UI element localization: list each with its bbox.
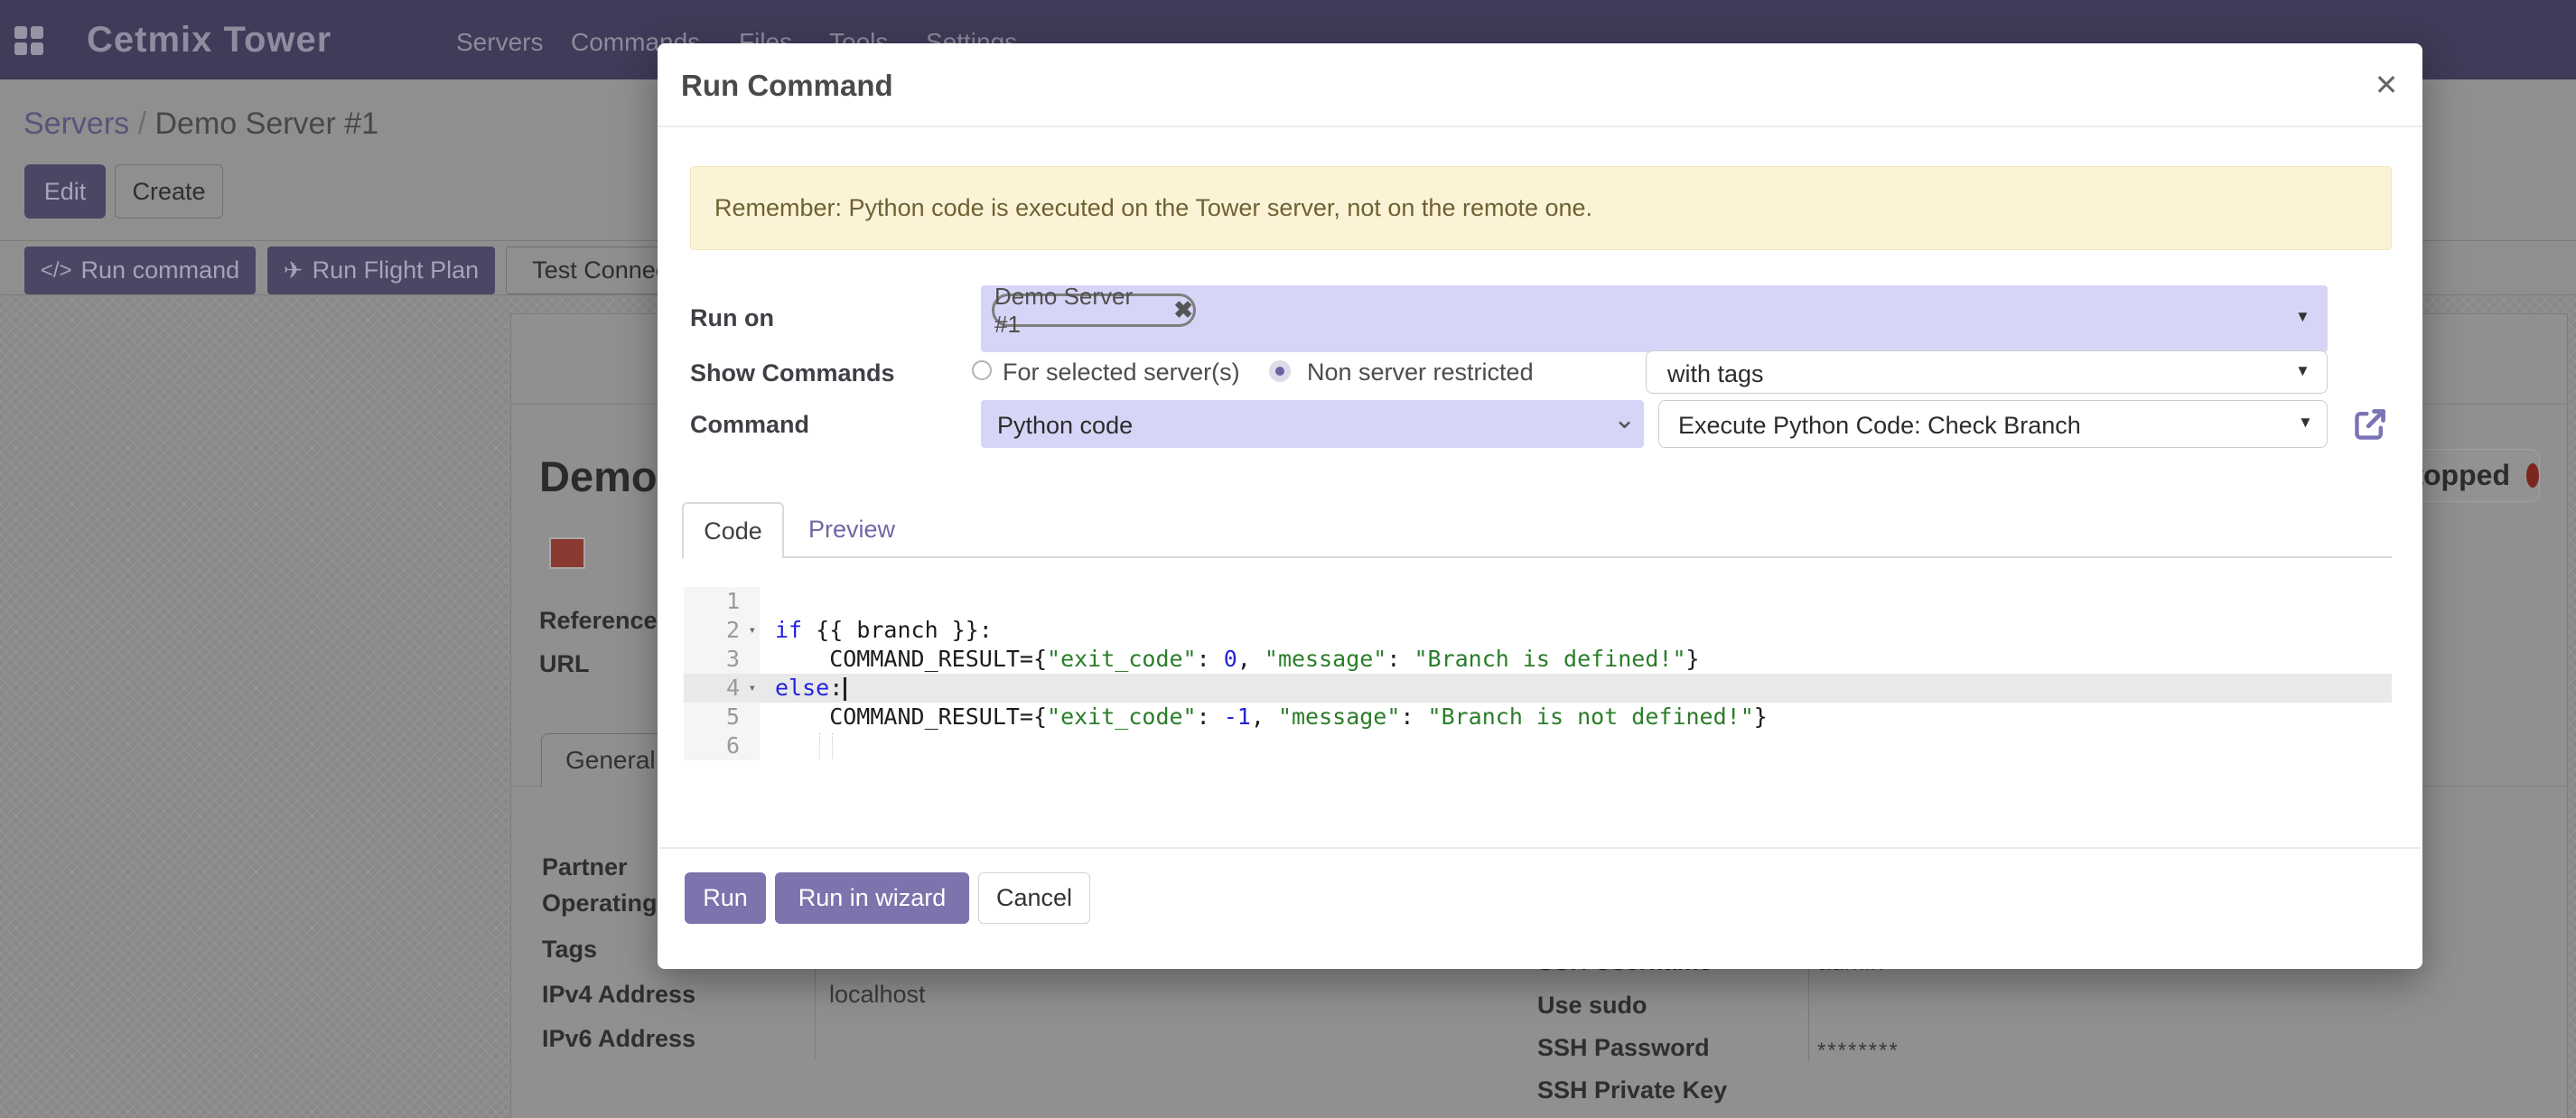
- server-color-swatch[interactable]: [549, 537, 585, 569]
- ipv4-address-value: localhost: [829, 981, 926, 1009]
- code-editor[interactable]: 12▾if {{ branch }}:3 COMMAND_RESULT={"ex…: [684, 587, 2392, 778]
- code-line-6[interactable]: 6: [684, 731, 2392, 760]
- run-in-wizard-button[interactable]: Run in wizard: [775, 872, 969, 924]
- code-text: [760, 731, 775, 760]
- breadcrumb: Servers / Demo Server #1: [23, 107, 378, 142]
- open-command-external-link-icon[interactable]: [2350, 406, 2390, 443]
- code-line-2[interactable]: 2▾if {{ branch }}:: [684, 616, 2392, 645]
- radio-non-server-restricted-label[interactable]: Non server restricted: [1307, 359, 1534, 387]
- command-type-value: Python code: [997, 412, 1133, 440]
- indent-guide: [819, 733, 820, 759]
- command-label: Command: [690, 411, 809, 439]
- url-label: URL: [539, 650, 590, 678]
- with-tags-placeholder: with tags: [1667, 360, 1764, 388]
- code-icon: </>: [41, 258, 72, 284]
- left-group-separator: [815, 969, 816, 1058]
- code-text: COMMAND_RESULT={"exit_code": -1, "messag…: [760, 703, 1768, 731]
- modal-footer-divider: [658, 847, 2422, 849]
- fold-arrow-icon[interactable]: ▾: [749, 674, 756, 703]
- command-caret-icon[interactable]: ▼: [2298, 414, 2313, 432]
- code-line-1[interactable]: 1: [684, 587, 2392, 616]
- notebook-tabs-underline: [682, 556, 2392, 558]
- brand-title: Cetmix Tower: [87, 20, 331, 61]
- tag-remove-icon[interactable]: ✖: [1173, 296, 1193, 324]
- command-type-chevron-icon[interactable]: ⌄: [1613, 411, 1636, 429]
- cancel-button[interactable]: Cancel: [978, 872, 1090, 924]
- line-number: 3: [684, 645, 760, 674]
- ipv4-address-label: IPv4 Address: [542, 981, 695, 1009]
- fold-arrow-icon[interactable]: ▾: [749, 616, 756, 645]
- radio-for-selected-servers[interactable]: [972, 360, 992, 380]
- code-text: COMMAND_RESULT={"exit_code": 0, "message…: [760, 645, 1700, 674]
- code-line-3[interactable]: 3 COMMAND_RESULT={"exit_code": 0, "messa…: [684, 645, 2392, 674]
- partner-label: Partner: [542, 853, 628, 881]
- text-cursor: [844, 677, 846, 701]
- edit-button[interactable]: Edit: [24, 164, 106, 219]
- create-button[interactable]: Create: [115, 164, 223, 219]
- use-sudo-label: Use sudo: [1537, 992, 1647, 1020]
- run-on-label: Run on: [690, 304, 774, 332]
- run-on-tag: Demo Server #1 ✖: [992, 293, 1196, 327]
- ssh-password-value: ********: [1817, 1039, 1899, 1064]
- run-button[interactable]: Run: [685, 872, 766, 924]
- plane-icon: ✈: [284, 256, 303, 284]
- line-number: 2▾: [684, 616, 760, 645]
- code-text: [760, 587, 775, 616]
- line-number: 6: [684, 731, 760, 760]
- code-text: else:: [760, 674, 846, 703]
- apps-grid-icon[interactable]: [14, 26, 43, 55]
- line-number: 5: [684, 703, 760, 731]
- modal-title: Run Command: [681, 69, 893, 103]
- breadcrumb-servers-link[interactable]: Servers: [23, 107, 129, 141]
- ssh-password-label: SSH Password: [1537, 1034, 1710, 1062]
- close-icon[interactable]: ✕: [2366, 65, 2406, 105]
- show-commands-label: Show Commands: [690, 359, 895, 387]
- tab-general[interactable]: General: [541, 733, 669, 787]
- nav-item-servers[interactable]: Servers: [456, 28, 543, 57]
- alert-warning: Remember: Python code is executed on the…: [690, 166, 2392, 250]
- breadcrumb-separator: /: [138, 107, 146, 141]
- run-on-caret-icon[interactable]: ▼: [2295, 308, 2310, 326]
- ipv6-address-label: IPv6 Address: [542, 1025, 695, 1053]
- radio-non-server-restricted[interactable]: [1269, 360, 1291, 382]
- code-line-4[interactable]: 4▾else:: [684, 674, 2392, 703]
- status-red-dot-icon: [2526, 463, 2539, 488]
- modal-header-divider: [658, 126, 2422, 127]
- code-line-5[interactable]: 5 COMMAND_RESULT={"exit_code": -1, "mess…: [684, 703, 2392, 731]
- radio-for-selected-servers-label[interactable]: For selected server(s): [1003, 359, 1240, 387]
- ssh-private-key-label: SSH Private Key: [1537, 1076, 1727, 1104]
- reference-label: Reference: [539, 607, 658, 635]
- run-command-button[interactable]: </> Run command: [24, 247, 256, 294]
- run-flight-plan-button[interactable]: ✈ Run Flight Plan: [267, 247, 495, 294]
- right-group-separator: [1808, 969, 1809, 1061]
- tab-preview[interactable]: Preview: [793, 502, 910, 556]
- line-number: 1: [684, 587, 760, 616]
- command-value: Execute Python Code: Check Branch: [1678, 412, 2081, 440]
- code-text: if {{ branch }}:: [760, 616, 993, 645]
- tab-code[interactable]: Code: [682, 502, 784, 558]
- tags-label: Tags: [542, 936, 597, 964]
- indent-guide: [832, 733, 833, 759]
- breadcrumb-current: Demo Server #1: [155, 107, 379, 141]
- line-number: 4▾: [684, 674, 760, 703]
- with-tags-caret-icon[interactable]: ▼: [2295, 362, 2310, 380]
